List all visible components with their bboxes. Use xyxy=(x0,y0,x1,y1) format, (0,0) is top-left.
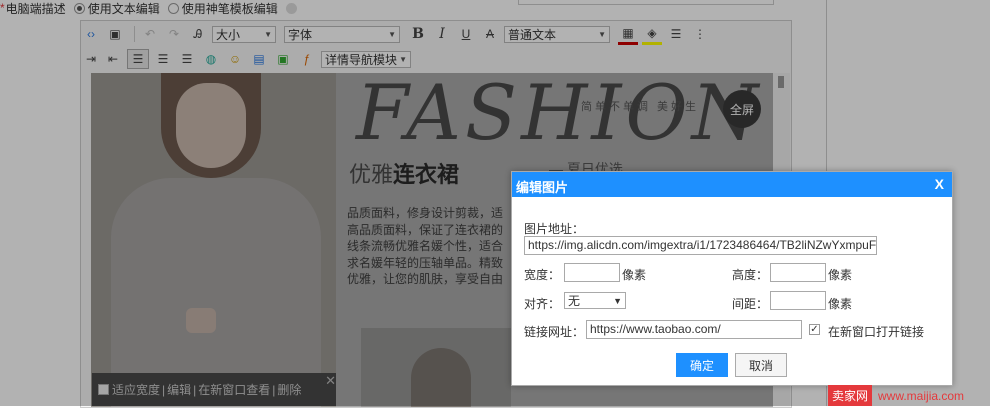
image-url-label: 图片地址： xyxy=(524,222,585,236)
align-value: 无 xyxy=(568,294,581,308)
cancel-button[interactable]: 取消 xyxy=(735,353,787,377)
align-select[interactable]: 无 ▼ xyxy=(564,292,626,309)
height-label: 高度： xyxy=(732,268,769,282)
watermark: 卖家网 www.maijia.com xyxy=(828,385,990,406)
link-url-field[interactable]: https://www.taobao.com/ xyxy=(586,320,802,339)
dialog-title: 编辑图片 xyxy=(516,180,569,195)
width-field[interactable] xyxy=(564,263,620,282)
confirm-button[interactable]: 确定 xyxy=(676,353,728,377)
watermark-url: www.maijia.com xyxy=(878,388,965,403)
width-unit: 像素 xyxy=(622,268,647,282)
height-field[interactable] xyxy=(770,263,826,282)
image-url-field[interactable]: https://img.alicdn.com/imgextra/i1/17234… xyxy=(524,236,877,255)
edit-image-dialog: 编辑图片 X 图片地址： https://img.alicdn.com/imge… xyxy=(511,171,953,386)
link-url-label: 链接网址： xyxy=(524,325,585,339)
new-window-checkbox[interactable]: ✓ xyxy=(809,324,820,335)
spacing-unit: 像素 xyxy=(828,297,853,311)
align-label: 对齐： xyxy=(524,297,561,311)
spacing-field[interactable] xyxy=(770,291,826,310)
dialog-title-bar[interactable]: 编辑图片 X xyxy=(512,172,952,197)
watermark-logo: 卖家网 xyxy=(828,385,873,406)
spacing-label: 间距： xyxy=(732,297,769,311)
dialog-close-button[interactable]: X xyxy=(935,176,944,192)
height-unit: 像素 xyxy=(828,268,853,282)
new-window-label[interactable]: 在新窗口打开链接 xyxy=(828,323,924,340)
chevron-down-icon: ▼ xyxy=(613,295,622,306)
width-label: 宽度： xyxy=(524,268,561,282)
